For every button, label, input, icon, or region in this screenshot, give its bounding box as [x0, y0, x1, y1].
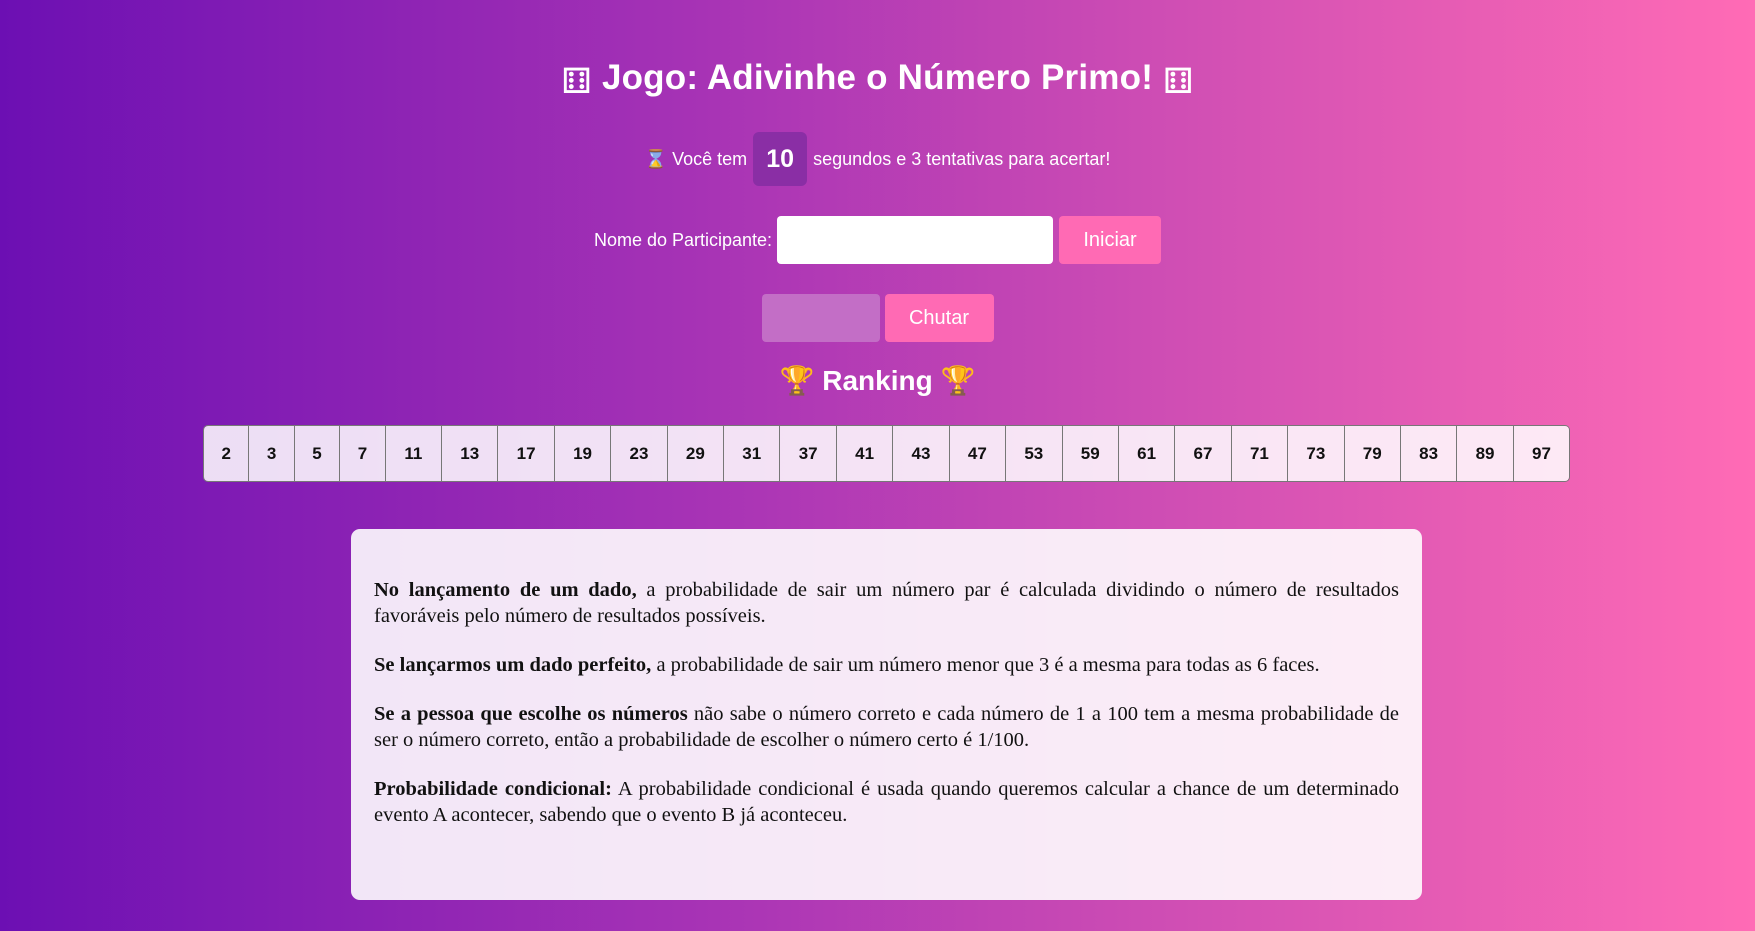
info-paragraph-text: a probabilidade de sair um número menor … [651, 654, 1320, 676]
start-button[interactable]: Iniciar [1059, 216, 1162, 264]
timer-seconds: 10 [753, 132, 808, 186]
prime-cell: 53 [1006, 426, 1063, 481]
prime-cell: 31 [724, 426, 781, 481]
timer-prefix: Você tem [672, 148, 748, 169]
prime-cell: 97 [1513, 426, 1569, 481]
info-paragraph-heading: No lançamento de um dado, [374, 579, 637, 601]
info-paragraph: No lançamento de um dado, a probabilidad… [374, 577, 1399, 629]
info-paragraph: Se lançarmos um dado perfeito, a probabi… [374, 652, 1399, 678]
info-paragraph-heading: Se a pessoa que escolhe os números [374, 703, 688, 725]
prime-cell: 7 [340, 426, 386, 481]
info-paragraph: Probabilidade condicional: A probabilida… [374, 776, 1399, 828]
trophy-icon: 🏆 [779, 365, 815, 396]
prime-cell: 61 [1118, 426, 1176, 481]
hourglass-icon: ⌛ [644, 148, 668, 169]
ranking-heading: 🏆 Ranking 🏆 [0, 364, 1755, 397]
info-paragraph: Se a pessoa que escolhe os números não s… [374, 701, 1399, 753]
prime-cell: 71 [1231, 426, 1289, 481]
guess-button[interactable]: Chutar [884, 294, 994, 342]
prime-cell: 37 [780, 426, 837, 481]
page-title: ⚅ Jogo: Adivinhe o Número Primo! ⚅ [0, 58, 1755, 102]
participant-label: Nome do Participante: [593, 229, 773, 250]
info-paragraph-heading: Probabilidade condicional: [374, 778, 612, 800]
title-text: Jogo: Adivinhe o Número Primo! [601, 58, 1154, 97]
dice-icon: ⚅ [561, 62, 592, 102]
participant-name-input[interactable] [777, 216, 1054, 264]
prime-cell: 59 [1062, 426, 1119, 481]
info-paragraph-heading: Se lançarmos um dado perfeito, [374, 654, 652, 676]
probability-info-panel: No lançamento de um dado, a probabilidad… [351, 529, 1422, 900]
participant-row: Nome do Participante: Iniciar [0, 216, 1755, 264]
prime-cell: 79 [1344, 426, 1401, 481]
prime-cell: 23 [611, 426, 668, 481]
timer-suffix: segundos e 3 tentativas para acertar! [813, 148, 1111, 169]
ranking-title-text: Ranking [822, 365, 933, 396]
prime-cell: 3 [249, 426, 295, 481]
guess-input[interactable] [761, 294, 880, 342]
prime-cell: 11 [385, 426, 443, 481]
trophy-icon: 🏆 [940, 365, 976, 396]
prime-cell: 29 [667, 426, 725, 481]
dice-icon: ⚅ [1163, 62, 1194, 102]
prime-cell: 17 [498, 426, 555, 481]
prime-cell: 83 [1400, 426, 1458, 481]
prime-cell: 47 [949, 426, 1007, 481]
prime-cell: 5 [294, 426, 341, 481]
prime-cell: 41 [836, 426, 894, 481]
prime-cell: 13 [442, 426, 499, 481]
prime-number-list: 2 3 5 7 11 13 17 19 23 29 31 37 41 43 47… [203, 425, 1570, 482]
timer-info: ⌛ Você tem 10 segundos e 3 tentativas pa… [0, 132, 1755, 186]
prime-cell: 73 [1288, 426, 1345, 481]
prime-cell: 19 [554, 426, 612, 481]
prime-cell: 2 [204, 426, 250, 481]
prime-cell: 43 [893, 426, 950, 481]
guess-row: Chutar [0, 294, 1755, 342]
prime-cell: 89 [1457, 426, 1514, 481]
prime-cell: 67 [1175, 426, 1232, 481]
